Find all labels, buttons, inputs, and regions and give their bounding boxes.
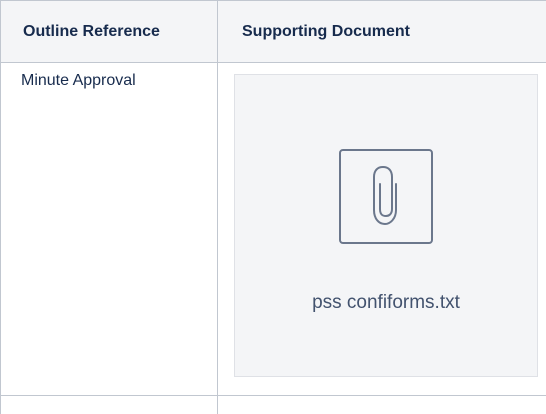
attachment-file-name[interactable]: pss confiforms.txt [235, 292, 537, 314]
column-divider [217, 0, 218, 414]
table-header-row: Outline Reference Supporting Document [0, 0, 546, 63]
row-divider [0, 395, 546, 396]
attachment-preview[interactable]: pss confiforms.txt [234, 74, 538, 377]
table-border-left [0, 0, 1, 414]
paperclip-icon [339, 149, 433, 244]
data-table: Outline Reference Supporting Document Mi… [0, 0, 546, 414]
column-header-outline-reference: Outline Reference [23, 23, 160, 40]
column-header-supporting-document: Supporting Document [242, 23, 410, 40]
outline-reference-cell: Minute Approval [21, 72, 136, 89]
